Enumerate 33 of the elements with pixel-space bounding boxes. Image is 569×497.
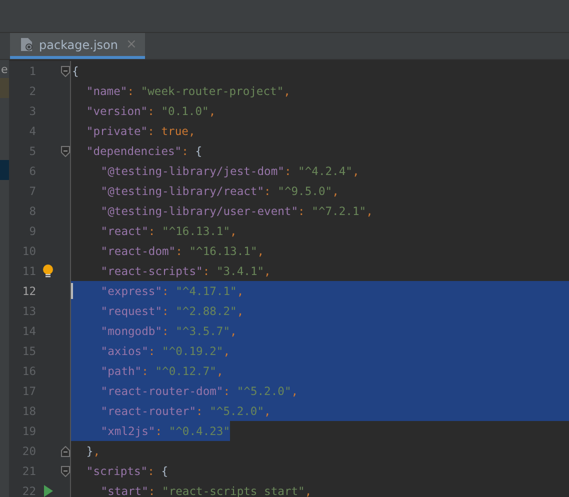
fold-icon[interactable] xyxy=(60,466,70,476)
code-line: "axios": "^0.19.2", xyxy=(100,344,230,358)
code-line: "react-scripts": "3.4.1", xyxy=(100,264,271,278)
file-tab[interactable]: package.json × xyxy=(10,33,145,59)
line-number: 12 xyxy=(21,284,36,298)
code-line: "xml2js": "^0.4.23" xyxy=(100,424,230,438)
code-line: { xyxy=(72,64,79,78)
project-tree-item[interactable]: e xyxy=(1,63,8,77)
lightbulb-icon[interactable] xyxy=(42,264,54,278)
code-line: "request": "^2.88.2", xyxy=(100,304,244,318)
tree-row-highlight xyxy=(0,78,9,98)
fold-icon[interactable] xyxy=(60,146,70,156)
json-file-icon xyxy=(20,37,34,52)
fold-icon[interactable] xyxy=(60,66,70,76)
code-line: "react-router-dom": "^5.2.0", xyxy=(100,384,298,398)
code-line: "react": "^16.13.1", xyxy=(100,224,237,238)
fold-icon[interactable] xyxy=(60,446,70,456)
code-line: "@testing-library/user-event": "^7.2.1", xyxy=(100,204,373,218)
code-line: "scripts": { xyxy=(86,464,168,478)
code-line: "start": "react-scripts start", xyxy=(100,484,312,497)
code-line: "version": "0.1.0", xyxy=(86,104,216,118)
code-line: "mongodb": "^3.5.7", xyxy=(100,324,237,338)
code-line: "@testing-library/react": "^9.5.0", xyxy=(100,184,339,198)
code-line: "react-dom": "^16.13.1", xyxy=(100,244,264,258)
code-line: "@testing-library/jest-dom": "^4.2.4", xyxy=(100,164,360,178)
code-line: "express": "^4.17.1", xyxy=(100,284,244,298)
code-line: }, xyxy=(86,444,100,458)
code-line: "react-router": "^5.2.0", xyxy=(100,404,271,418)
code-line: "dependencies": { xyxy=(86,144,202,158)
code-line: "name": "week-router-project", xyxy=(86,84,290,98)
run-icon[interactable] xyxy=(43,485,53,497)
code-line: "path": "^0.12.7", xyxy=(100,364,224,378)
code-line: "private": true, xyxy=(86,124,196,138)
